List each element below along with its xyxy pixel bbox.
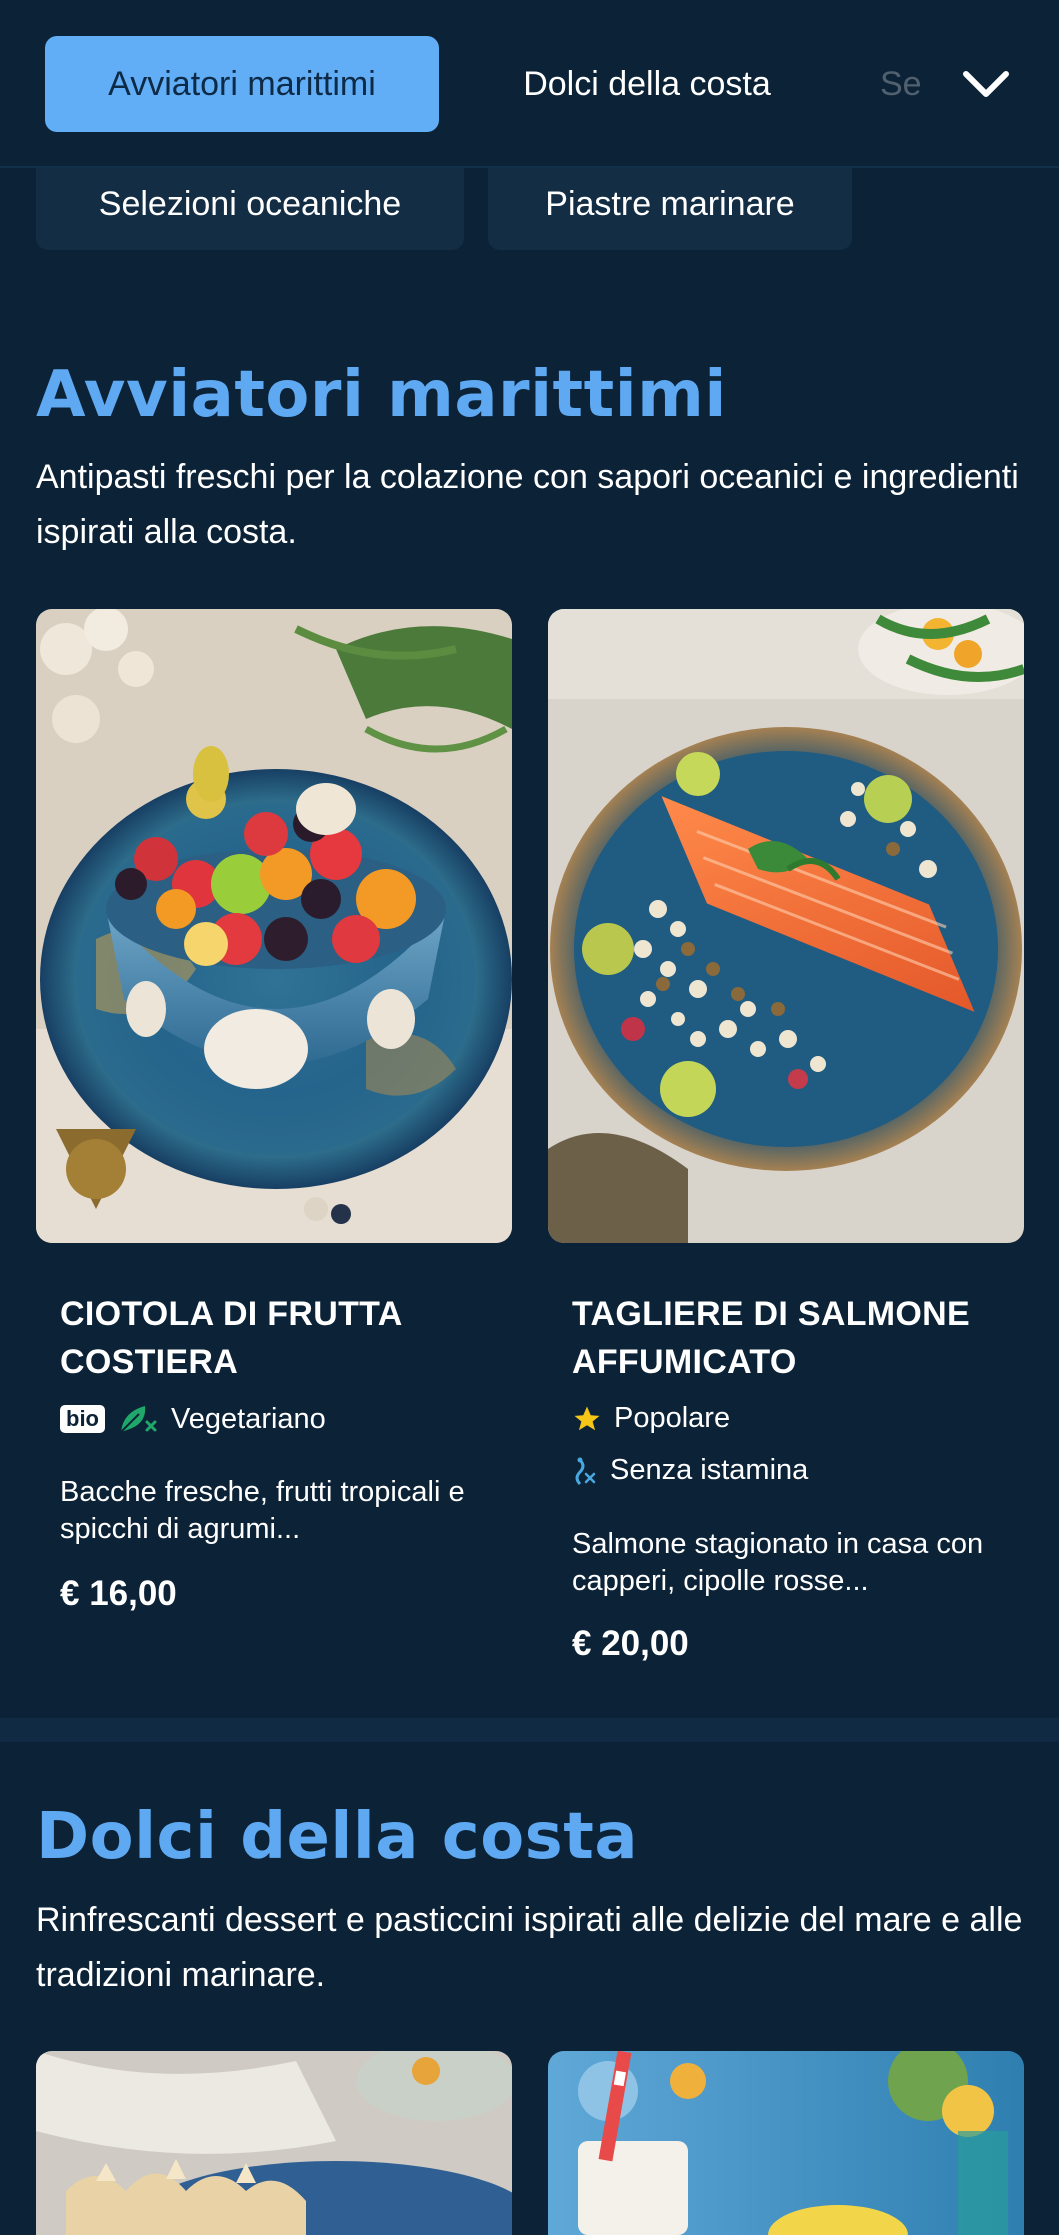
tag-label: Vegetariano — [171, 1402, 326, 1435]
salmon-plate-image[interactable] — [548, 609, 1024, 1243]
tab-label: Dolci della costa — [523, 64, 771, 103]
tab-avviatori-marittimi[interactable]: Avviatori marittimi — [45, 36, 439, 132]
tab-label: Se — [880, 64, 922, 103]
chevron-down-icon[interactable] — [960, 62, 1012, 106]
section-description: Rinfrescanti dessert e pasticcini ispira… — [36, 1901, 1023, 1994]
category-nav: Avviatori marittimi Dolci della costa Se — [0, 0, 1059, 168]
bio-badge: bio — [60, 1405, 105, 1433]
item-tags: bio Vegetariano — [60, 1402, 326, 1436]
chip-label: Piastre marinare — [545, 185, 795, 223]
tag-label: Senza istamina — [610, 1454, 809, 1486]
item-description: Bacche fresche, frutti tropicali e spicc… — [60, 1476, 465, 1545]
item-tag-popular: Popolare — [572, 1402, 730, 1435]
smoothie-drink-image[interactable] — [548, 2051, 1024, 2235]
item-tag-histamine-free: Senza istamina — [572, 1454, 808, 1487]
section-description: Antipasti freschi per la colazione con s… — [36, 458, 1019, 551]
tab-label: Avviatori marittimi — [108, 64, 376, 103]
histamine-free-icon — [575, 1457, 596, 1485]
section-divider — [0, 1718, 1059, 1742]
meringue-tart-image[interactable] — [36, 2051, 512, 2235]
fruit-bowl-image[interactable] — [36, 609, 512, 1243]
section-title: Dolci della costa — [36, 1800, 639, 1874]
tab-dolci-della-costa[interactable]: Dolci della costa — [470, 36, 824, 132]
item-price: € 16,00 — [60, 1574, 177, 1613]
vegetarian-leaf-icon — [120, 1406, 157, 1433]
item-price: € 20,00 — [572, 1624, 689, 1663]
tag-label: Popolare — [614, 1402, 731, 1434]
star-icon — [574, 1406, 600, 1430]
chip-label: Selezioni oceaniche — [98, 185, 402, 223]
item-title[interactable]: CIOTOLA DI FRUTTA COSTIERA — [60, 1290, 480, 1386]
item-description: Salmone stagionato in casa con capperi, … — [572, 1528, 984, 1597]
item-title[interactable]: TAGLIERE DI SALMONE AFFUMICATO — [572, 1290, 992, 1386]
section-title: Avviatori marittimi — [36, 358, 727, 432]
